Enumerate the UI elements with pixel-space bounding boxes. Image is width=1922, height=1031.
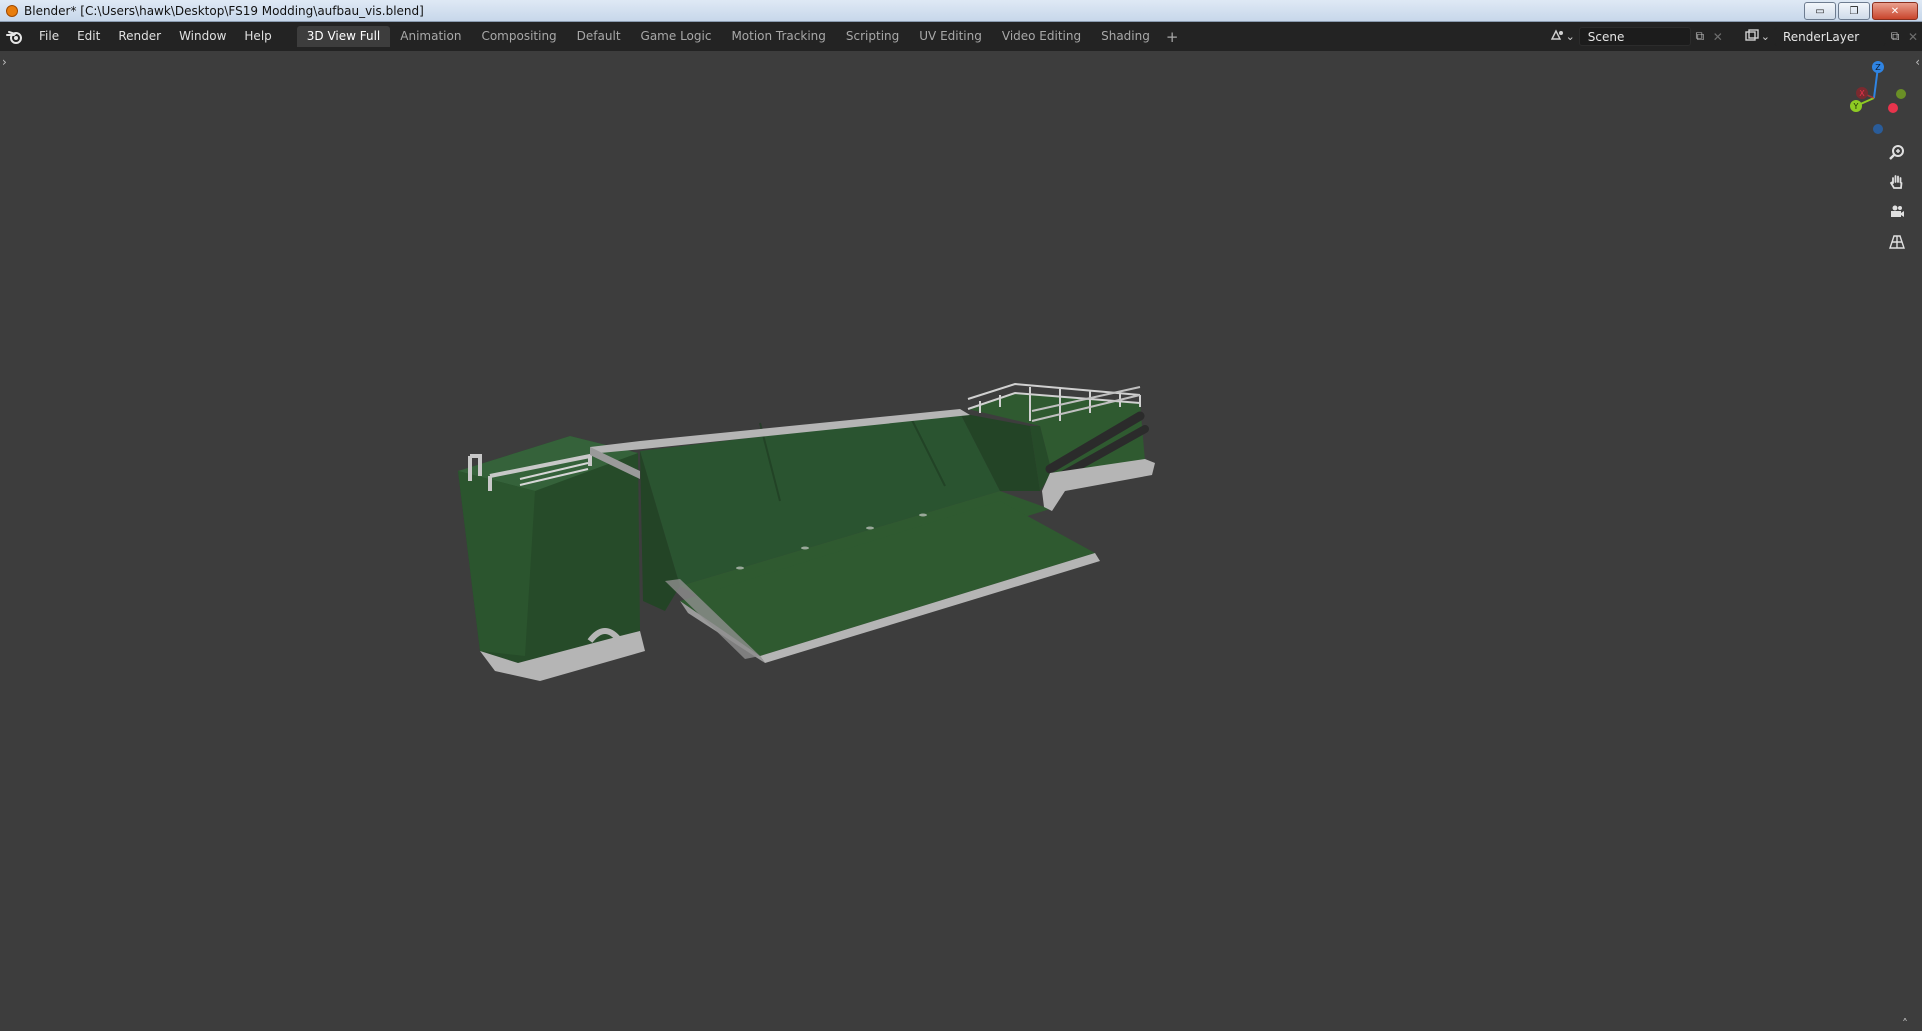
- menu-file[interactable]: File: [30, 22, 68, 51]
- chevron-down-icon: ⌄: [1760, 30, 1770, 43]
- scene-icon: [1550, 29, 1564, 44]
- view-layer-name-field[interactable]: RenderLayer: [1774, 27, 1886, 46]
- view-layer-browse-button[interactable]: ⌄: [1741, 29, 1774, 44]
- zoom-button[interactable]: [1884, 141, 1910, 167]
- gizmo-neg-x-axis-icon[interactable]: [1888, 103, 1898, 113]
- restore-button[interactable]: ❐: [1838, 2, 1870, 20]
- tab-uv-editing[interactable]: UV Editing: [909, 26, 992, 47]
- blender-app-icon: [6, 4, 18, 17]
- gizmo-y-label: Y: [1853, 102, 1859, 111]
- window-titlebar: Blender* [C:\Users\hawk\Desktop\FS19 Mod…: [0, 0, 1922, 22]
- tab-animation[interactable]: Animation: [390, 26, 471, 47]
- tab-video-editing[interactable]: Video Editing: [992, 26, 1091, 47]
- gizmo-neg-z-axis-icon[interactable]: [1873, 124, 1883, 134]
- tab-motion-tracking[interactable]: Motion Tracking: [721, 26, 835, 47]
- menu-render[interactable]: Render: [109, 22, 170, 51]
- viewport-nav-tools: [1884, 141, 1910, 257]
- new-view-layer-button[interactable]: ⧉: [1886, 28, 1904, 46]
- tab-default[interactable]: Default: [567, 26, 631, 47]
- menu-help[interactable]: Help: [235, 22, 280, 51]
- camera-icon: [1889, 204, 1905, 224]
- top-bar: File Edit Render Window Help 3D View Ful…: [0, 22, 1922, 51]
- 3d-viewport[interactable]: › ‹ ˄ Z Y X: [0, 51, 1922, 1031]
- delete-scene-button[interactable]: ✕: [1709, 28, 1727, 46]
- tab-game-logic[interactable]: Game Logic: [631, 26, 722, 47]
- scene-name-field[interactable]: Scene: [1578, 27, 1691, 46]
- tab-shading[interactable]: Shading: [1091, 26, 1160, 47]
- duplicate-icon: ⧉: [1890, 29, 1900, 43]
- close-button[interactable]: ✕: [1872, 2, 1918, 20]
- chevron-up-icon[interactable]: ˄: [1902, 1017, 1908, 1031]
- gizmo-neg-y-axis-icon[interactable]: [1896, 89, 1906, 99]
- new-scene-button[interactable]: ⧉: [1691, 28, 1709, 46]
- close-icon: ✕: [1907, 29, 1919, 44]
- tab-compositing[interactable]: Compositing: [471, 26, 566, 47]
- blender-logo-icon[interactable]: [0, 22, 30, 51]
- scene-selector-area: ⌄ Scene ⧉ ✕ ⌄ RenderLayer ⧉ ✕: [1546, 22, 1922, 51]
- chevron-down-icon: ⌄: [1565, 30, 1575, 43]
- perspective-grid-icon: [1889, 234, 1905, 254]
- delete-view-layer-button[interactable]: ✕: [1904, 28, 1922, 46]
- menu-window[interactable]: Window: [170, 22, 235, 51]
- scene-browse-button[interactable]: ⌄: [1546, 29, 1579, 44]
- toolbar-expand-arrow-icon[interactable]: ›: [2, 55, 7, 69]
- pan-button[interactable]: [1884, 171, 1910, 197]
- camera-view-button[interactable]: [1884, 201, 1910, 227]
- close-icon: ✕: [1712, 29, 1723, 44]
- truck-body-model[interactable]: [440, 351, 1180, 741]
- minimize-button[interactable]: ▭: [1804, 2, 1836, 20]
- duplicate-icon: ⧉: [1695, 29, 1705, 43]
- tab-3d-view-full[interactable]: 3D View Full: [296, 26, 391, 47]
- hand-pan-icon: [1889, 174, 1905, 194]
- workspace-tabs: 3D View Full Animation Compositing Defau…: [296, 26, 1185, 47]
- gizmo-z-label: Z: [1875, 63, 1881, 72]
- window-controls: ▭ ❐ ✕: [1804, 2, 1918, 20]
- window-title: Blender* [C:\Users\hawk\Desktop\FS19 Mod…: [24, 3, 424, 18]
- tab-scripting[interactable]: Scripting: [836, 26, 909, 47]
- zoom-icon: [1889, 144, 1905, 164]
- gizmo-x-label: X: [1859, 89, 1865, 98]
- menu-edit[interactable]: Edit: [68, 22, 109, 51]
- perspective-toggle-button[interactable]: [1884, 231, 1910, 257]
- render-layers-icon: [1745, 29, 1759, 44]
- add-workspace-button[interactable]: +: [1160, 28, 1185, 46]
- navigation-gizmo[interactable]: Z Y X: [1816, 60, 1916, 140]
